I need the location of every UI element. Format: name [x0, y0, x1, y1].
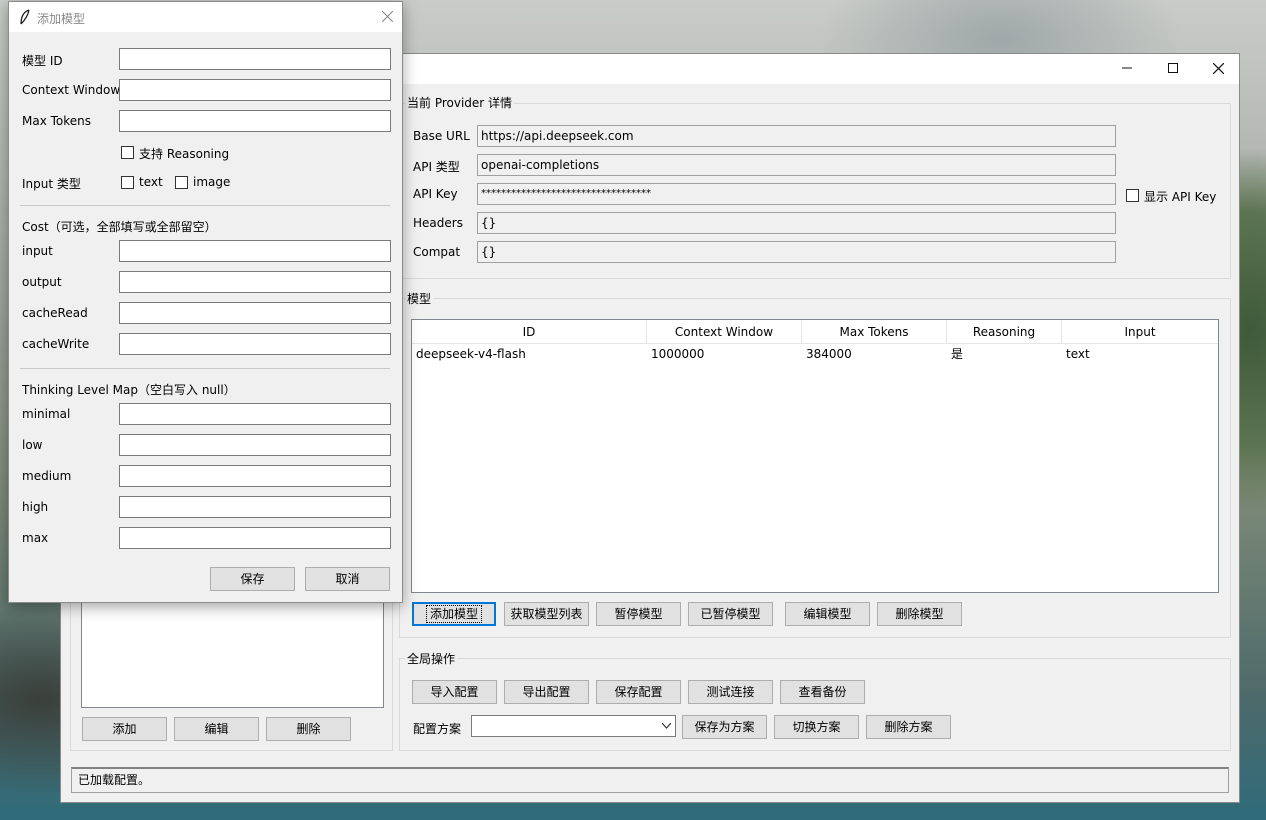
show-api-key-checkbox[interactable]	[1126, 189, 1139, 202]
scheme-label: 配置方案	[413, 722, 462, 736]
max-tokens-input[interactable]	[119, 110, 391, 132]
api-key-label: API Key	[413, 187, 458, 201]
add-model-button[interactable]: 添加模型	[412, 602, 496, 626]
divider	[20, 368, 390, 369]
context-window-input[interactable]	[119, 79, 391, 101]
model-id-label: 模型 ID	[22, 54, 63, 68]
delete-provider-button[interactable]: 删除	[266, 717, 351, 741]
cost-cache-write-field[interactable]	[119, 333, 391, 355]
test-connection-button[interactable]: 测试连接	[688, 680, 773, 704]
api-type-field[interactable]: openai-completions	[477, 154, 1116, 176]
input-image-checkbox[interactable]	[175, 176, 188, 189]
api-type-label: API 类型	[413, 160, 460, 174]
edit-provider-button[interactable]: 编辑	[174, 717, 259, 741]
dialog-save-button[interactable]: 保存	[210, 567, 295, 591]
thinking-high-field[interactable]	[119, 496, 391, 518]
thinking-section-title: Thinking Level Map（空白写入 null）	[22, 383, 236, 397]
save-as-scheme-button[interactable]: 保存为方案	[682, 715, 767, 739]
dialog-titlebar: 添加模型	[9, 2, 402, 32]
compat-label: Compat	[413, 245, 461, 259]
cost-section-title: Cost（可选，全部填写或全部留空）	[22, 220, 217, 234]
minimize-icon	[1122, 67, 1132, 69]
thinking-high-label: high	[22, 500, 49, 514]
input-image-label: image	[193, 175, 231, 189]
minimize-button[interactable]	[1104, 54, 1150, 84]
provider-listbox[interactable]	[81, 602, 384, 708]
switch-scheme-button[interactable]: 切换方案	[774, 715, 859, 739]
cost-input-label: input	[22, 244, 53, 258]
cost-output-field[interactable]	[119, 271, 391, 293]
reasoning-checkbox[interactable]	[121, 146, 134, 159]
column-header-reasoning[interactable]: Reasoning	[947, 320, 1062, 344]
dialog-cancel-button[interactable]: 取消	[305, 567, 390, 591]
base-url-field[interactable]: https://api.deepseek.com	[477, 125, 1116, 147]
thinking-max-field[interactable]	[119, 527, 391, 549]
thinking-minimal-label: minimal	[22, 407, 71, 421]
cell-input: text	[1066, 347, 1090, 361]
column-header-id[interactable]: ID	[412, 320, 647, 344]
cell-reasoning: 是	[951, 347, 964, 361]
provider-details-title: 当前 Provider 详情	[405, 94, 515, 111]
headers-field[interactable]: {}	[477, 212, 1116, 234]
cost-cache-write-label: cacheWrite	[22, 337, 90, 351]
show-api-key-label: 显示 API Key	[1144, 190, 1217, 204]
cell-context-window: 1000000	[651, 347, 705, 361]
pause-model-button[interactable]: 暂停模型	[596, 602, 681, 626]
model-id-input[interactable]	[119, 48, 391, 70]
close-button[interactable]	[1195, 54, 1241, 84]
add-provider-button[interactable]: 添加	[82, 717, 167, 741]
maximize-icon	[1168, 63, 1178, 73]
cost-output-label: output	[22, 275, 62, 289]
delete-scheme-button[interactable]: 删除方案	[866, 715, 951, 739]
reasoning-label: 支持 Reasoning	[139, 147, 230, 161]
paused-models-button[interactable]: 已暂停模型	[688, 602, 773, 626]
models-title: 模型	[405, 290, 434, 307]
global-ops-title: 全局操作	[405, 650, 458, 667]
maximize-button[interactable]	[1150, 54, 1196, 84]
thinking-max-label: max	[22, 531, 49, 545]
column-header-max-tokens[interactable]: Max Tokens	[802, 320, 947, 344]
compat-field[interactable]: {}	[477, 241, 1116, 263]
chevron-down-icon	[662, 723, 671, 729]
export-config-button[interactable]: 导出配置	[504, 680, 589, 704]
context-window-label: Context Window	[22, 83, 121, 97]
feather-icon	[20, 9, 30, 25]
add-model-dialog: 添加模型 模型 ID Context Window Max Tokens 支持 …	[8, 1, 403, 603]
headers-label: Headers	[413, 216, 463, 230]
fetch-model-list-button[interactable]: 获取模型列表	[504, 602, 589, 626]
max-tokens-label: Max Tokens	[22, 114, 92, 128]
delete-model-button[interactable]: 删除模型	[877, 602, 962, 626]
cell-id: deepseek-v4-flash	[416, 347, 526, 361]
cost-input-field[interactable]	[119, 240, 391, 262]
divider	[20, 205, 390, 206]
input-text-checkbox[interactable]	[121, 176, 134, 189]
dialog-title: 添加模型	[37, 12, 86, 26]
input-text-label: text	[139, 175, 163, 189]
thinking-medium-field[interactable]	[119, 465, 391, 487]
dialog-close-icon[interactable]	[382, 11, 393, 22]
base-url-label: Base URL	[413, 129, 470, 143]
cost-cache-read-label: cacheRead	[22, 306, 88, 320]
cell-max-tokens: 384000	[806, 347, 852, 361]
add-model-button-label: 添加模型	[425, 605, 482, 623]
view-backups-button[interactable]: 查看备份	[780, 680, 865, 704]
api-key-field[interactable]: **********************************	[477, 183, 1116, 205]
thinking-low-label: low	[22, 438, 43, 452]
column-header-input[interactable]: Input	[1062, 320, 1218, 344]
models-table[interactable]: ID Context Window Max Tokens Reasoning I…	[411, 319, 1219, 593]
input-type-label: Input 类型	[22, 177, 81, 191]
thinking-medium-label: medium	[22, 469, 72, 483]
import-config-button[interactable]: 导入配置	[412, 680, 497, 704]
scheme-select[interactable]	[471, 715, 676, 737]
thinking-minimal-field[interactable]	[119, 403, 391, 425]
thinking-low-field[interactable]	[119, 434, 391, 456]
status-bar: 已加载配置。	[71, 767, 1229, 793]
save-config-button[interactable]: 保存配置	[596, 680, 681, 704]
column-header-context-window[interactable]: Context Window	[647, 320, 802, 344]
cost-cache-read-field[interactable]	[119, 302, 391, 324]
edit-model-button[interactable]: 编辑模型	[785, 602, 870, 626]
close-icon	[1212, 62, 1224, 75]
